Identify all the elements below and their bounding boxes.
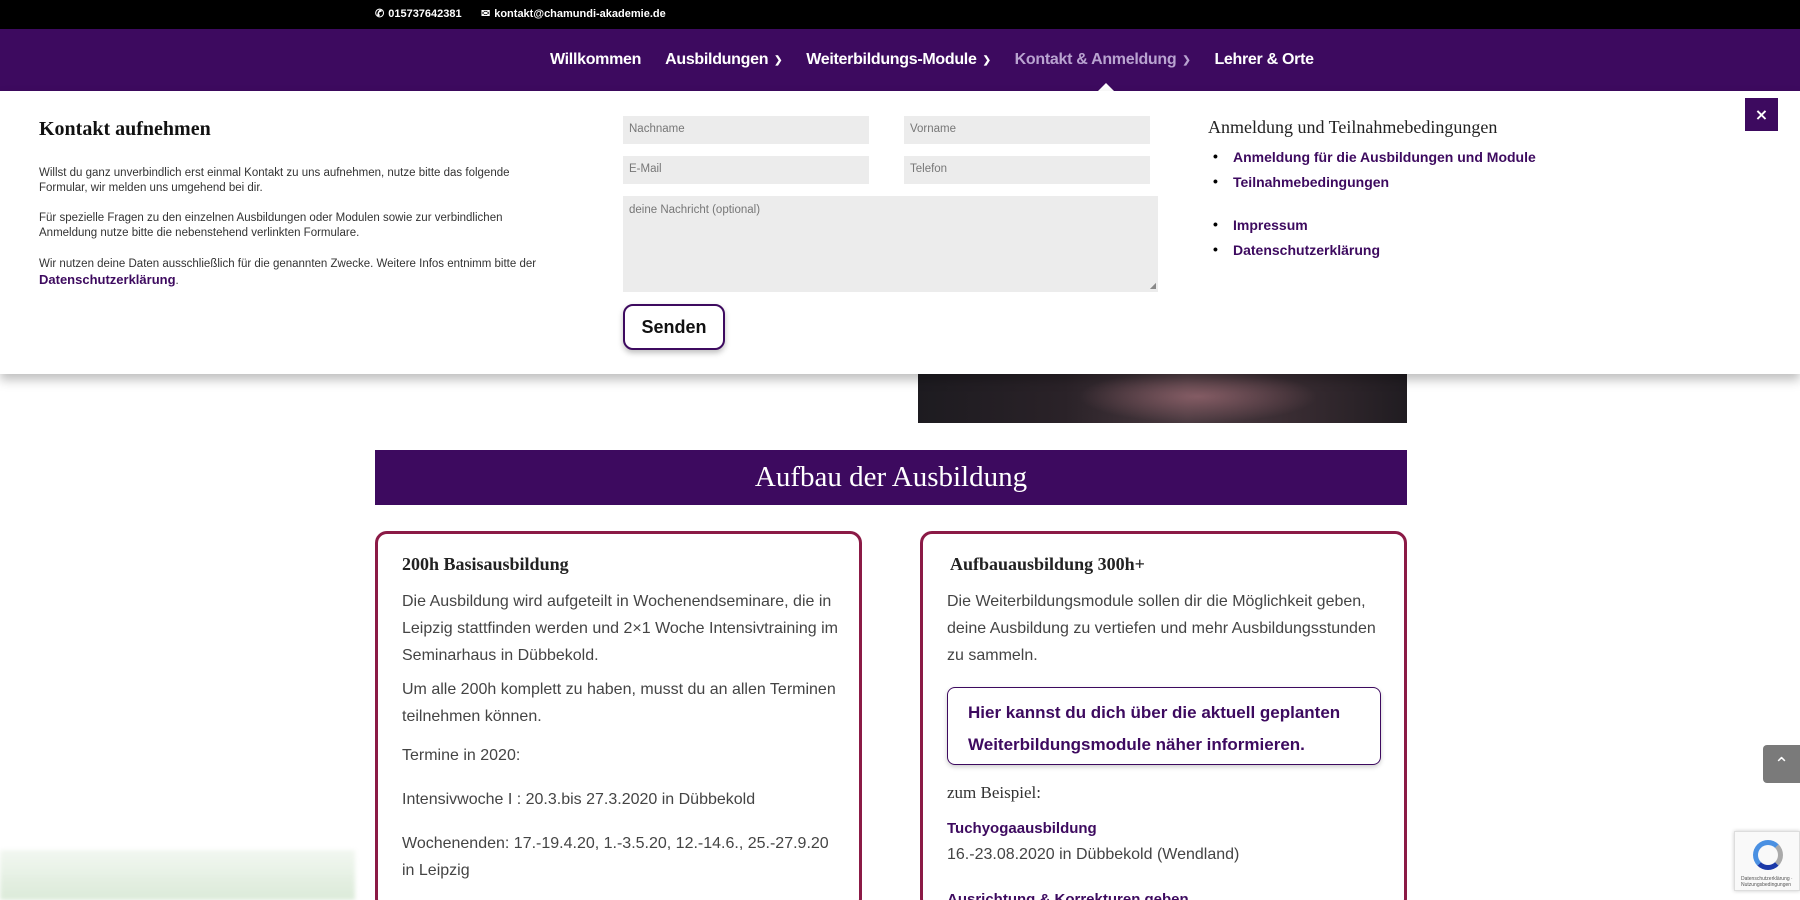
- phone-field[interactable]: Telefon: [904, 156, 1150, 184]
- nav-item-lehrer-orte[interactable]: Lehrer & Orte: [1214, 51, 1314, 69]
- nav-label: Kontakt & Anmeldung: [1014, 51, 1177, 68]
- nav-item-kontakt-anmeldung[interactable]: Kontakt & Anmeldung ❯: [1014, 51, 1191, 92]
- phone-icon: ✆: [375, 8, 385, 20]
- email-address: kontakt@chamundi-akademie.de: [494, 8, 666, 20]
- email-contact[interactable]: ✉ kontakt@chamundi-akademie.de: [481, 7, 666, 20]
- modules-info-link[interactable]: Hier kannst du dich über die aktuell gep…: [947, 687, 1381, 765]
- mail-icon: ✉: [481, 8, 491, 20]
- recaptcha-icon: [1753, 840, 1783, 870]
- privacy-link[interactable]: Datenschutzerklärung: [39, 272, 176, 287]
- chevron-down-icon: ❯: [982, 54, 991, 66]
- contact-privacy-text: Wir nutzen deine Daten ausschließlich fü…: [39, 257, 539, 289]
- card-title: 200h Basisausbildung: [402, 554, 569, 574]
- contact-special-text: Für spezielle Fragen zu den einzelnen Au…: [39, 212, 503, 239]
- top-bar: ✆ 015737642381 ✉ kontakt@chamundi-akademie…: [0, 0, 1800, 29]
- card-text: Die Weiterbildungsmodule sollen dir die …: [947, 593, 1376, 664]
- scroll-to-top-button[interactable]: ⌃: [1763, 745, 1800, 783]
- contact-title: Kontakt aufnehmen: [39, 118, 211, 140]
- firstname-field[interactable]: Vorname: [904, 116, 1150, 144]
- registration-links: Anmeldung für die Ausbildungen und Modul…: [1213, 148, 1536, 199]
- phone-number: 015737642381: [388, 8, 462, 20]
- close-icon: ×: [1754, 105, 1769, 124]
- privacy-prefix: Wir nutzen deine Daten ausschließlich fü…: [39, 258, 537, 270]
- main-nav: Willkommen Ausbildungen ❯ Weiterbildungs-…: [0, 29, 1800, 92]
- send-button[interactable]: Senden: [623, 304, 725, 350]
- message-placeholder: deine Nachricht (optional): [629, 204, 761, 216]
- email-field[interactable]: E-Mail: [623, 156, 869, 184]
- card-advanced-training: Aufbauausbildung 300h+ Die Weiterbildung…: [920, 531, 1407, 900]
- module-link-tuchyoga[interactable]: Tuchyogaausbildung: [947, 820, 1097, 837]
- registration-title: Anmeldung und Teilnahmebedingungen: [1208, 117, 1498, 137]
- legal-links: Impressum Datenschutzerklärung: [1213, 216, 1380, 267]
- module-date: 16.-23.08.2020 in Dübbekold (Wendland): [947, 846, 1240, 863]
- example-label: zum Beispiel:: [947, 783, 1041, 802]
- link-conditions[interactable]: Teilnahmebedingungen: [1213, 173, 1536, 190]
- recaptcha-text: Datenschutzerklärung · Nutzungsbedingung…: [1741, 876, 1793, 888]
- card-text: Wochenenden: 17.-19.4.20, 1.-3.5.20, 12.…: [402, 835, 829, 879]
- hero-image: [918, 370, 1407, 423]
- section-title-band: Aufbau der Ausbildung: [375, 450, 1407, 505]
- contact-dropdown-panel: Kontakt aufnehmen Willst du ganz unverbi…: [0, 91, 1800, 374]
- link-registration[interactable]: Anmeldung für die Ausbildungen und Modul…: [1213, 148, 1536, 165]
- link-impressum[interactable]: Impressum: [1213, 216, 1380, 233]
- module-link-ausrichtung[interactable]: Ausrichtung & Korrekturen geben: [947, 891, 1189, 900]
- chevron-down-icon: ❯: [774, 54, 783, 66]
- chevron-up-icon: ⌃: [1773, 753, 1790, 775]
- card-text: Intensivwoche I : 20.3.bis 27.3.2020 in …: [402, 791, 756, 808]
- link-datenschutz[interactable]: Datenschutzerklärung: [1213, 241, 1380, 258]
- card-text: Termine in 2020:: [402, 747, 521, 764]
- card-text: Um alle 200h komplett zu haben, musst du…: [402, 681, 836, 725]
- nav-label: Ausbildungen: [665, 51, 769, 68]
- nav-item-weiterbildungs-module[interactable]: Weiterbildungs-Module ❯: [806, 51, 991, 69]
- nav-label: Weiterbildungs-Module: [806, 51, 977, 68]
- nav-label: Lehrer & Orte: [1214, 51, 1314, 68]
- contact-intro-text: Willst du ganz unverbindlich erst einmal…: [39, 167, 510, 194]
- lastname-field[interactable]: Nachname: [623, 116, 869, 144]
- card-title: Aufbauausbildung 300h+: [950, 554, 1145, 574]
- message-textarea[interactable]: deine Nachricht (optional) ◢: [623, 196, 1158, 292]
- nav-item-ausbildungen[interactable]: Ausbildungen ❯: [665, 51, 782, 69]
- section-title: Aufbau der Ausbildung: [754, 461, 1028, 493]
- privacy-suffix: .: [175, 275, 179, 287]
- card-text: Die Ausbildung wird aufgeteilt in Wochen…: [402, 593, 838, 664]
- recaptcha-badge[interactable]: Datenschutzerklärung · Nutzungsbedingung…: [1734, 831, 1800, 891]
- nav-label: Willkommen: [550, 51, 642, 68]
- decorative-image: [0, 850, 355, 900]
- nav-item-willkommen[interactable]: Willkommen: [550, 51, 641, 69]
- phone-contact[interactable]: ✆ 015737642381: [375, 7, 462, 20]
- card-basic-training: 200h Basisausbildung Die Ausbildung wird…: [375, 531, 862, 900]
- resize-handle-icon[interactable]: ◢: [1150, 281, 1156, 290]
- chevron-down-icon: ❯: [1182, 54, 1191, 66]
- close-button[interactable]: ×: [1745, 98, 1778, 131]
